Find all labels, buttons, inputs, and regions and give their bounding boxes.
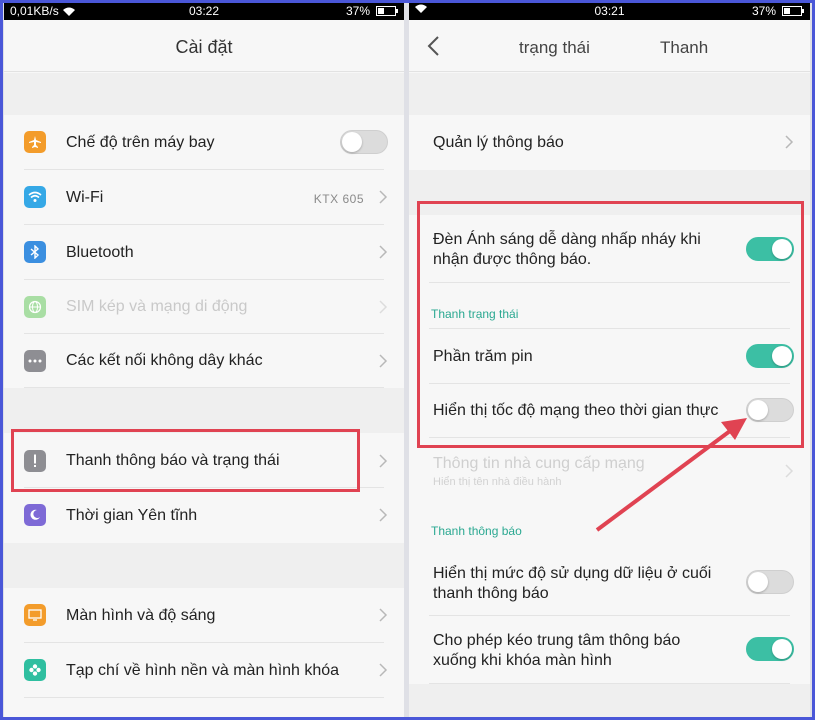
notification-status-screen: 03:21 37% trạng thái Thanh Quản lý thông… (409, 3, 810, 717)
settings-item-airplane[interactable]: Chế độ trên máy bay (4, 115, 404, 170)
pull-down-item[interactable]: Cho phép kéo trung tâm thông báo xuống k… (409, 616, 810, 684)
settings-item-dual-sim: SIM kép và mạng di động (4, 280, 404, 334)
back-arrow-icon[interactable] (423, 34, 445, 58)
chevron-right-icon (379, 663, 388, 677)
chevron-right-icon (379, 354, 388, 368)
data-usage-item[interactable]: Hiển thị mức độ sử dụng dữ liệu ở cuối t… (409, 548, 810, 616)
data-usage-label-line2: thanh thông báo (433, 585, 549, 602)
tab-status[interactable]: trạng thái (519, 38, 590, 58)
chevron-right-icon (379, 508, 388, 522)
display-label: Màn hình và độ sáng (66, 607, 216, 624)
chevron-right-icon (379, 190, 388, 204)
more-icon (24, 350, 46, 372)
settings-screen: 0,01KB/s 03:22 37% Cài đặt Chế độ trên m… (4, 3, 404, 717)
manage-notifications-label: Quản lý thông báo (433, 134, 564, 151)
moon-icon (24, 504, 46, 526)
annotation-arrow (595, 418, 747, 532)
tab-bar[interactable]: Thanh (660, 38, 708, 58)
settings-item-quiet-time[interactable]: Thời gian Yên tĩnh (4, 488, 404, 543)
battery-text: 37% (345, 4, 370, 18)
status-time: 03:22 (188, 4, 220, 18)
carrier-info-sublabel: Hiển thị tên nhà điều hành (433, 476, 562, 488)
wifi-icon (24, 186, 46, 208)
battery-text: 37% (751, 4, 776, 18)
wifi-network-name: KTX 605 (313, 192, 364, 206)
airplane-icon (24, 131, 46, 153)
pull-down-label-line1: Cho phép kéo trung tâm thông báo (433, 632, 681, 649)
display-icon (24, 604, 46, 626)
settings-item-display[interactable]: Màn hình và độ sáng (4, 588, 404, 643)
chevron-right-icon (379, 608, 388, 622)
section-gap (4, 73, 404, 115)
quiet-time-label: Thời gian Yên tĩnh (66, 507, 198, 524)
page-title: Cài đặt (175, 37, 233, 57)
airplane-toggle[interactable] (340, 130, 388, 154)
section-gap (409, 684, 810, 717)
settings-item-other-wireless[interactable]: Các kết nối không dây khác (4, 334, 404, 388)
chevron-right-icon (379, 454, 388, 468)
chevron-right-icon (785, 464, 794, 478)
status-time: 03:21 (594, 4, 625, 18)
settings-item-bluetooth[interactable]: Bluetooth (4, 225, 404, 280)
highlight-box (11, 429, 360, 492)
chevron-right-icon (785, 135, 794, 149)
section-gap (4, 543, 404, 588)
status-bar: 03:21 37% (409, 3, 810, 20)
battery-icon (782, 6, 804, 16)
status-bar: 0,01KB/s 03:22 37% (4, 3, 404, 20)
airplane-label: Chế độ trên máy bay (66, 134, 215, 151)
manage-notifications-item[interactable]: Quản lý thông báo (409, 115, 810, 170)
notification-bar-header: Thanh thông báo (431, 524, 522, 538)
data-usage-label-line1: Hiển thị mức độ sử dụng dữ liệu ở cuối (433, 565, 712, 582)
bluetooth-label: Bluetooth (66, 244, 134, 261)
flower-icon (24, 659, 46, 681)
title-bar: Cài đặt (4, 20, 404, 72)
dual-sim-label: SIM kép và mạng di động (66, 298, 248, 315)
chevron-right-icon (379, 245, 388, 259)
globe-icon (24, 296, 46, 318)
pull-down-label-line2: xuống khi khóa màn hình (433, 652, 612, 669)
chevron-right-icon (379, 300, 388, 314)
data-usage-toggle[interactable] (746, 570, 794, 594)
pull-down-toggle[interactable] (746, 637, 794, 661)
section-gap (4, 388, 404, 433)
settings-item-wallpaper[interactable]: Tạp chí về hình nền và màn hình khóa (4, 643, 404, 698)
wifi-label: Wi-Fi (66, 189, 104, 206)
section-gap (409, 73, 810, 115)
wallpaper-label: Tạp chí về hình nền và màn hình khóa (66, 662, 340, 679)
battery-icon (376, 6, 398, 16)
settings-item-wifi[interactable]: Wi-Fi KTX 605 (4, 170, 404, 225)
bluetooth-icon (24, 241, 46, 263)
title-bar: trạng thái Thanh (409, 20, 810, 72)
other-wireless-label: Các kết nối không dây khác (66, 352, 263, 369)
